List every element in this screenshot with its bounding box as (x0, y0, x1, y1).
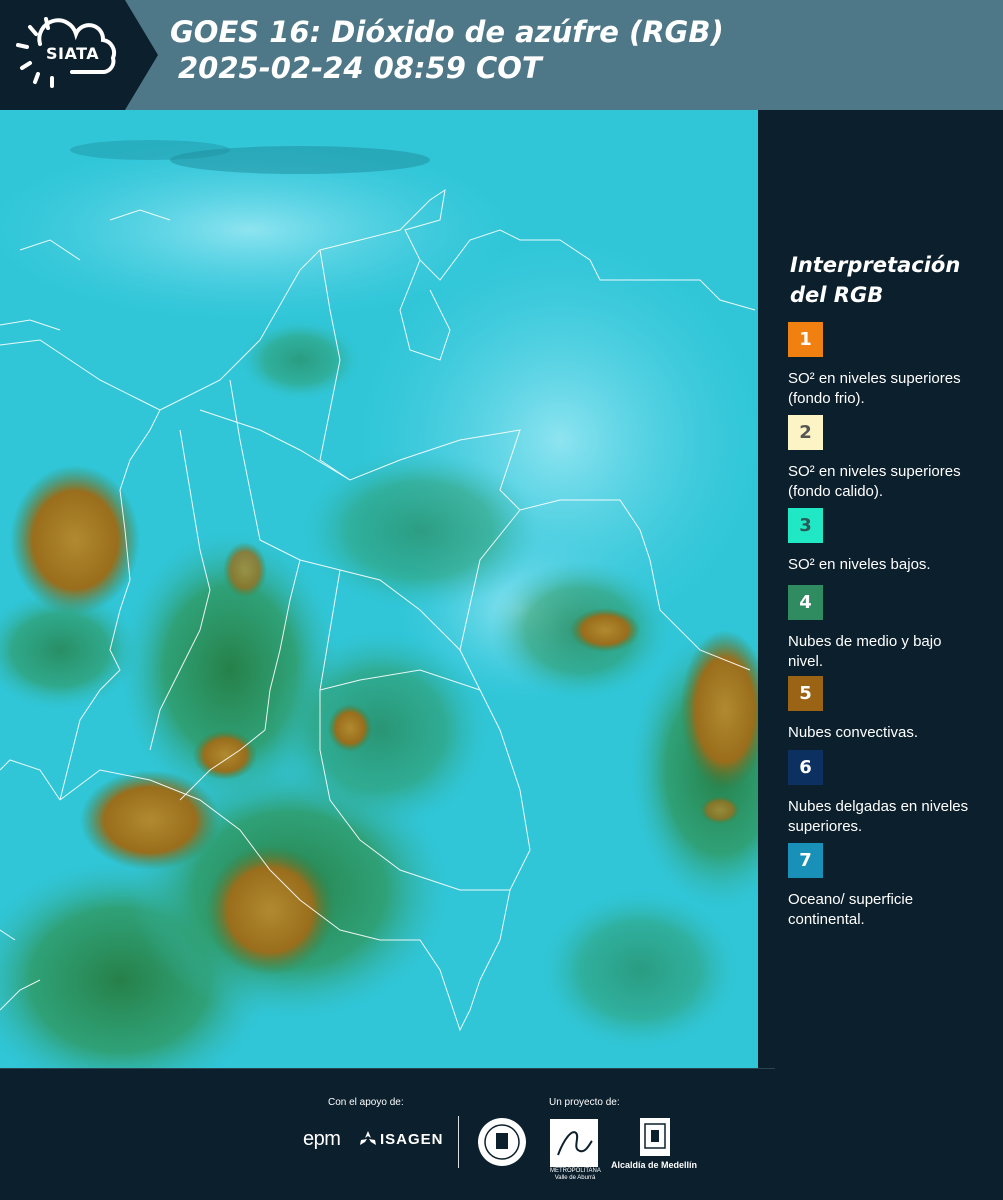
legend-title-line1: Interpretación (790, 253, 961, 277)
legend-number: 2 (799, 422, 812, 443)
legend-item: 3 SO² en niveles bajos. (788, 508, 978, 575)
logo-text: SIATA (46, 44, 100, 63)
legend-number: 3 (799, 515, 812, 536)
satellite-map[interactable] (0, 110, 758, 1070)
header-bar: SIATA GOES 16: Dióxido de azúfre (RGB) 2… (0, 0, 1003, 110)
epm-logo[interactable]: epm (303, 1128, 341, 1151)
legend-label: SO² en niveles bajos. (788, 556, 931, 573)
title-timestamp: 2025-02-24 08:59 COT (178, 51, 542, 85)
legend-panel: Interpretación del RGB 1 SO² en niveles … (760, 110, 1003, 1070)
footer-divider (0, 1068, 775, 1069)
legend-number: 6 (799, 757, 812, 778)
legend-swatch: 1 (788, 322, 823, 357)
alcaldia-text: Alcaldía de Medellín (611, 1160, 698, 1170)
legend-label: SO² en niveles superiores (fondo calido)… (788, 463, 961, 500)
legend-swatch: 5 (788, 676, 823, 711)
legend-item: 5 Nubes convectivas. (788, 676, 978, 743)
area-script-icon (557, 1131, 593, 1156)
legend-label: Nubes de medio y bajo nivel. (788, 633, 942, 670)
legend-label: Nubes convectivas. (788, 724, 919, 741)
legend-swatch: 7 (788, 843, 823, 878)
legend-label: Nubes delgadas en niveles superiores. (788, 798, 969, 835)
isagen-logo[interactable]: ISAGEN (380, 1131, 444, 1148)
legend-swatch: 6 (788, 750, 823, 785)
siata-logo[interactable]: SIATA (0, 0, 158, 110)
area-metropolitana-text: METROPOLITANA Valle de Aburrá (550, 1168, 601, 1181)
satellite-image (0, 110, 758, 1070)
area-metropolitana-logo[interactable] (550, 1119, 598, 1167)
legend-item: 1 SO² en niveles superiores (fondo frio)… (788, 322, 978, 409)
title-product: GOES 16: Dióxido de azúfre (RGB) (170, 15, 724, 49)
legend-item: 2 SO² en niveles superiores (fondo calid… (788, 415, 978, 502)
legend-item: 4 Nubes de medio y bajo nivel. (788, 585, 978, 672)
legend-number: 7 (799, 850, 812, 871)
legend-title: Interpretación del RGB (790, 250, 960, 310)
legend-item: 7 Oceano/ superficie continental. (788, 843, 978, 930)
legend-item: 6 Nubes delgadas en niveles superiores. (788, 750, 978, 837)
legend-label: Oceano/ superficie continental. (788, 891, 914, 928)
alcaldia-crest-icon[interactable] (640, 1118, 670, 1156)
footer: Con el apoyo de: Un proyecto de: epm ISA… (0, 1068, 1003, 1200)
legend-number: 1 (799, 329, 812, 350)
isagen-icon (360, 1131, 376, 1145)
medellin-seal-icon[interactable] (477, 1117, 527, 1167)
legend-swatch: 3 (788, 508, 823, 543)
legend-title-line2: del RGB (790, 283, 884, 307)
legend-label: SO² en niveles superiores (fondo frio). (788, 370, 961, 407)
footer-vertical-divider (458, 1116, 459, 1168)
project-label: Un proyecto de: (549, 1097, 620, 1108)
legend-number: 4 (799, 592, 812, 613)
legend-number: 5 (799, 683, 812, 704)
support-label: Con el apoyo de: (328, 1097, 404, 1108)
legend-swatch: 4 (788, 585, 823, 620)
page-title: GOES 16: Dióxido de azúfre (RGB) 2025-02… (170, 14, 724, 86)
legend-swatch: 2 (788, 415, 823, 450)
crest-icon (644, 1123, 666, 1149)
